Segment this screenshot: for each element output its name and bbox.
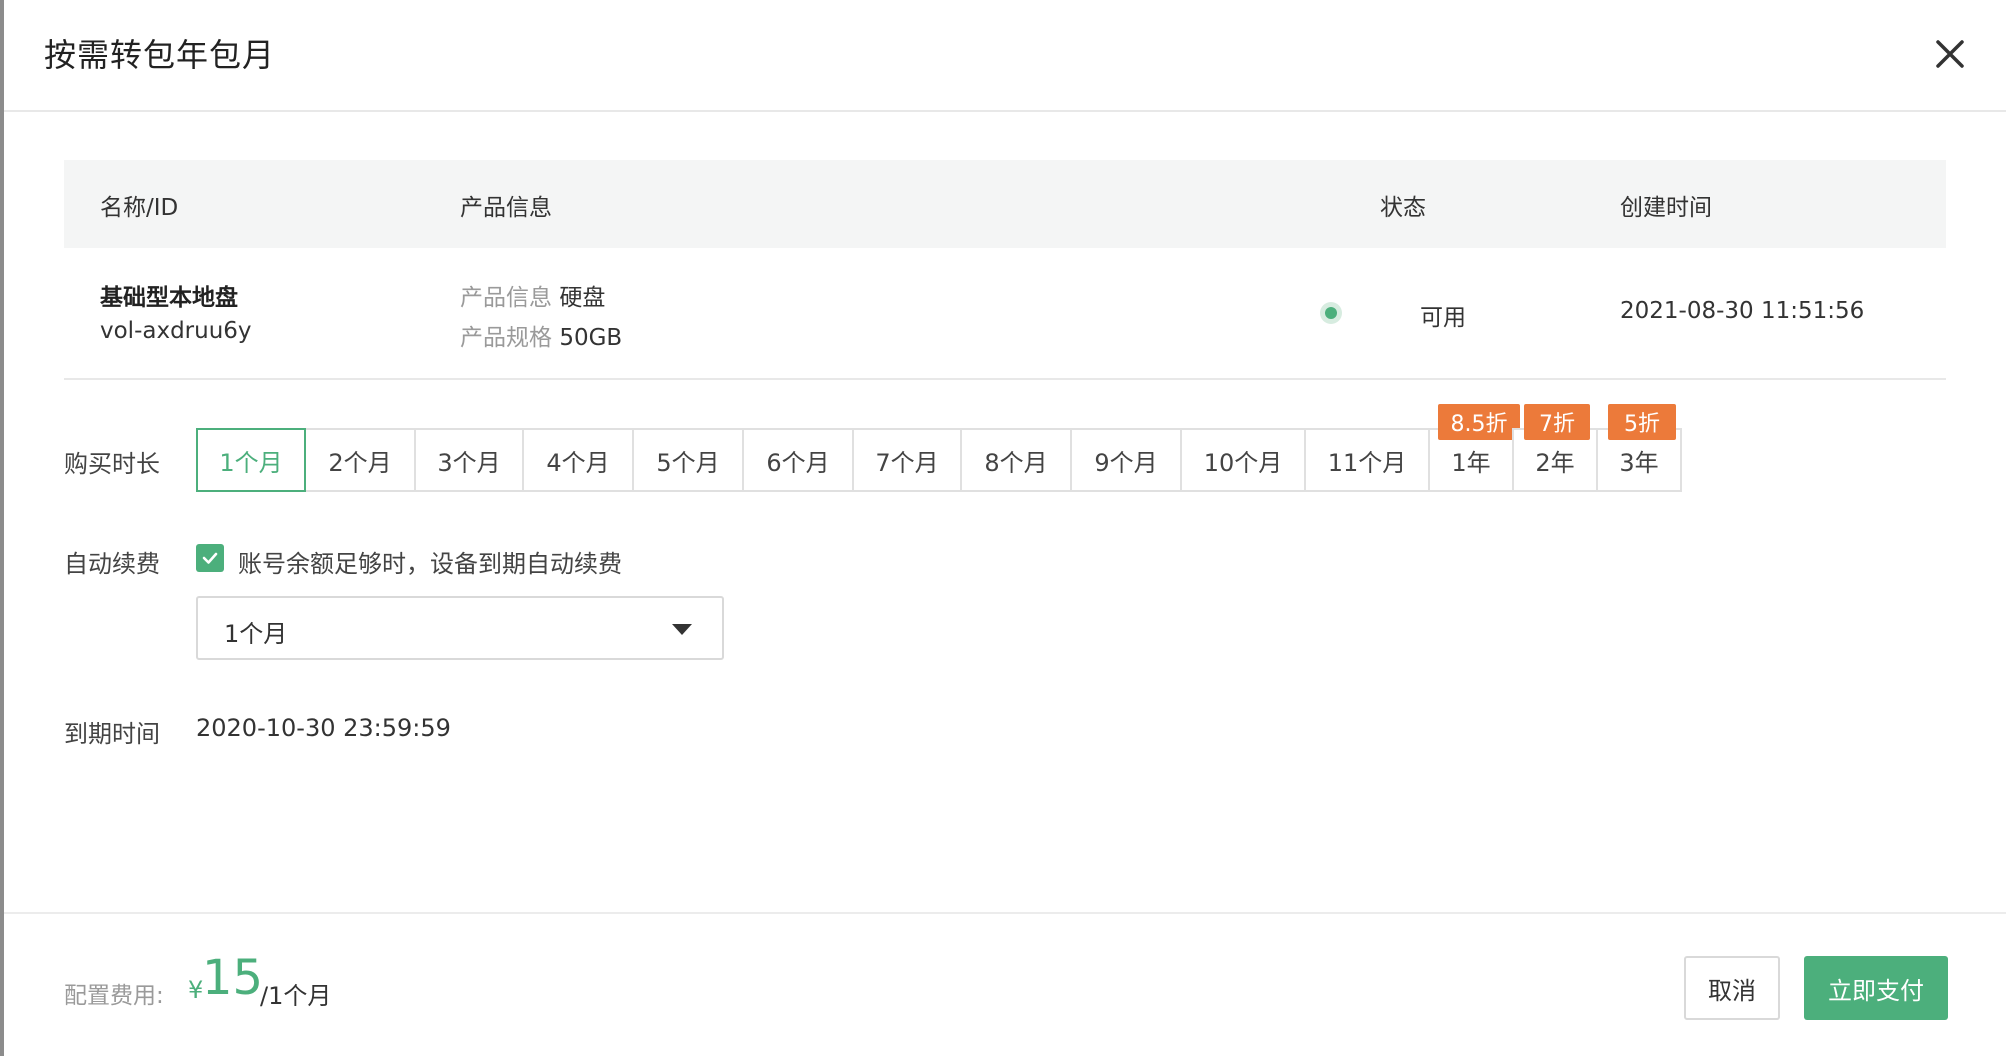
table-row: 基础型本地盘 vol-axdruu6y 产品信息 硬盘 产品规格 50GB 可用… — [64, 248, 1946, 380]
resource-id: vol-axdruu6y — [100, 318, 252, 344]
product-info-value: 硬盘 — [559, 285, 606, 311]
duration-options: 1个月 2个月 3个月 4个月 5个月 6个月 7个月 8个月 9个月 10个月… — [196, 404, 1682, 492]
product-info: 产品信息 硬盘 — [460, 278, 605, 312]
duration-option-label: 1个月 — [219, 448, 283, 477]
dialog-footer: 配置费用: ¥ 15 /1个月 取消 立即支付 — [4, 912, 2006, 1056]
close-icon[interactable] — [1928, 32, 1972, 76]
duration-option-2y[interactable]: 7折 2年 — [1512, 404, 1598, 492]
duration-option-label: 1年 — [1451, 448, 1491, 477]
duration-option-5m[interactable]: 5个月 — [632, 428, 744, 492]
duration-label: 购买时长 — [64, 450, 160, 478]
fee-unit: /1个月 — [260, 982, 332, 1010]
duration-option-label: 3年 — [1619, 448, 1659, 477]
duration-option-label: 7个月 — [875, 448, 939, 477]
created-time: 2021-08-30 11:51:56 — [1620, 298, 1865, 324]
duration-option-label: 11个月 — [1327, 448, 1407, 477]
duration-option-8m[interactable]: 8个月 — [960, 428, 1072, 492]
duration-option-label: 10个月 — [1203, 448, 1283, 477]
duration-option-6m[interactable]: 6个月 — [742, 428, 854, 492]
product-spec-value: 50GB — [559, 325, 623, 351]
column-header-info: 产品信息 — [460, 195, 552, 221]
caret-down-icon — [672, 624, 692, 635]
column-header-status: 状态 — [1380, 195, 1426, 221]
duration-option-11m[interactable]: 11个月 — [1304, 428, 1430, 492]
duration-option-10m[interactable]: 10个月 — [1180, 428, 1306, 492]
duration-option-label: 5个月 — [656, 448, 720, 477]
status-text: 可用 — [1420, 305, 1466, 331]
fee-label: 配置费用: — [64, 983, 164, 1009]
duration-option-label: 6个月 — [766, 448, 830, 477]
duration-option-label: 8个月 — [984, 448, 1048, 477]
duration-option-3m[interactable]: 3个月 — [414, 428, 524, 492]
duration-option-9m[interactable]: 9个月 — [1070, 428, 1182, 492]
duration-option-1m[interactable]: 1个月 — [196, 428, 306, 492]
discount-badge: 7折 — [1524, 404, 1590, 440]
product-spec: 产品规格 50GB — [460, 318, 622, 352]
duration-option-7m[interactable]: 7个月 — [852, 428, 962, 492]
checkmark-icon — [202, 552, 218, 564]
expire-value: 2020-10-30 23:59:59 — [196, 714, 451, 742]
product-spec-label: 产品规格 — [460, 325, 552, 351]
auto-renew-text: 账号余额足够时，设备到期自动续费 — [238, 550, 622, 578]
column-header-created: 创建时间 — [1620, 195, 1712, 221]
fee-currency: ¥ — [188, 976, 204, 1004]
dialog-title: 按需转包年包月 — [44, 36, 276, 74]
convert-billing-dialog: 按需转包年包月 名称/ID 产品信息 状态 创建时间 基础型本地盘 vol-ax… — [0, 0, 2006, 1056]
pay-now-button[interactable]: 立即支付 — [1804, 956, 1948, 1020]
expire-label: 到期时间 — [64, 720, 160, 748]
dialog-header: 按需转包年包月 — [4, 0, 2006, 112]
duration-option-label: 2年 — [1535, 448, 1575, 477]
auto-renew-label: 自动续费 — [64, 550, 160, 578]
duration-option-4m[interactable]: 4个月 — [522, 428, 634, 492]
duration-option-label: 4个月 — [546, 448, 610, 477]
duration-option-label: 3个月 — [437, 448, 501, 477]
duration-option-3y[interactable]: 5折 3年 — [1596, 404, 1682, 492]
column-header-name: 名称/ID — [100, 195, 179, 221]
status-dot-icon — [1320, 302, 1342, 324]
table-header: 名称/ID 产品信息 状态 创建时间 — [64, 160, 1946, 248]
resource-table: 名称/ID 产品信息 状态 创建时间 基础型本地盘 vol-axdruu6y 产… — [64, 160, 1946, 380]
duration-option-2m[interactable]: 2个月 — [304, 428, 416, 492]
renew-period-select[interactable]: 1个月 — [196, 596, 724, 660]
duration-option-label: 2个月 — [328, 448, 392, 477]
discount-badge: 8.5折 — [1438, 404, 1520, 440]
resource-name: 基础型本地盘 — [100, 285, 238, 311]
discount-badge: 5折 — [1608, 404, 1676, 440]
fee-amount: 15 — [202, 950, 264, 1006]
renew-period-value: 1个月 — [224, 620, 288, 648]
product-info-label: 产品信息 — [460, 285, 552, 311]
duration-option-label: 9个月 — [1094, 448, 1158, 477]
cancel-button[interactable]: 取消 — [1684, 956, 1780, 1020]
duration-option-1y[interactable]: 8.5折 1年 — [1428, 404, 1520, 492]
auto-renew-checkbox[interactable] — [196, 544, 224, 572]
